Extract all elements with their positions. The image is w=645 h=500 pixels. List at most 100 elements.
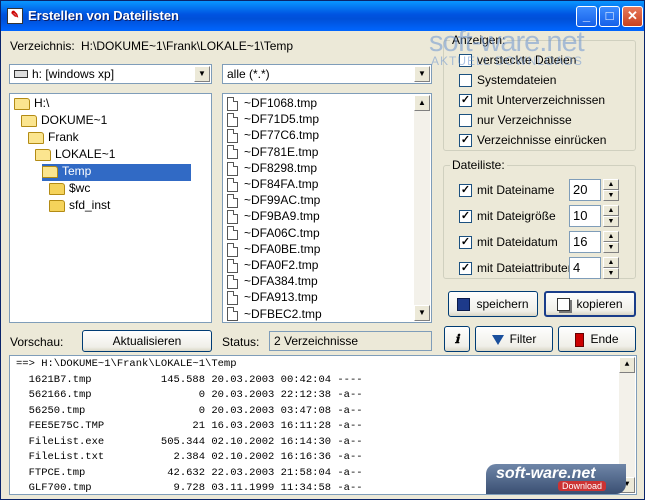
spin-up-icon[interactable]: ▲	[603, 179, 619, 190]
file-item[interactable]: ~DFA0BE.tmp	[227, 242, 320, 258]
directory-label: Verzeichnis:	[10, 39, 75, 53]
width-spinner[interactable]: 16 ▲ ▼	[569, 231, 619, 253]
file-item-label: ~DF781E.tmp	[244, 144, 319, 159]
option-checkbox[interactable]: ✓	[459, 94, 472, 107]
file-list-scrollbar[interactable]: ▲ ▼	[414, 95, 430, 321]
file-item-label: ~DFA384.tmp	[244, 274, 318, 289]
file-icon	[227, 129, 238, 144]
dateiliste-group: Dateiliste: ✓ mit Dateiname 20 ▲ ▼ ✓ mit Datei…	[443, 158, 636, 279]
file-icon	[227, 177, 238, 192]
tree-item[interactable]: Temp	[42, 164, 192, 181]
file-item[interactable]: ~DF77C6.tmp	[227, 128, 319, 144]
option-label: mit Unterverzeichnissen	[477, 93, 606, 107]
file-item[interactable]: ~DFA384.tmp	[227, 274, 318, 290]
scroll-down-icon[interactable]: ▼	[414, 305, 430, 321]
spin-up-icon[interactable]: ▲	[603, 257, 619, 268]
output-line: GLF700.tmp 9.728 03.11.1999 11:34:58 -a-…	[16, 482, 363, 494]
window-title: Erstellen von Dateilisten	[28, 8, 179, 23]
filter-select[interactable]: alle (*.*) ▼	[222, 64, 432, 84]
spin-down-icon[interactable]: ▼	[603, 216, 619, 227]
status-value: 2 Verzeichnisse	[269, 331, 432, 351]
file-item[interactable]: ~DFA0F2.tmp	[227, 258, 318, 274]
file-item[interactable]: ~DFA06C.tmp	[227, 226, 320, 242]
dateiliste-checkbox[interactable]: ✓	[459, 184, 472, 197]
folder-icon	[49, 182, 65, 195]
chevron-down-icon[interactable]: ▼	[414, 66, 430, 82]
file-item-label: ~DFBEC2.tmp	[244, 306, 322, 321]
folder-icon	[14, 97, 30, 110]
end-button[interactable]: Ende	[558, 326, 636, 352]
spin-down-icon[interactable]: ▼	[603, 190, 619, 201]
minimize-button[interactable]: _	[576, 6, 597, 27]
file-item[interactable]: ~DF99AC.tmp	[227, 193, 320, 209]
file-item-label: ~DF99AC.tmp	[244, 193, 321, 208]
tree-item-label: sfd_inst	[69, 198, 111, 212]
file-icon	[227, 113, 238, 128]
close-button[interactable]: ✕	[622, 6, 643, 27]
file-item[interactable]: ~DF1068.tmp	[227, 96, 317, 112]
file-icon	[227, 291, 238, 306]
scroll-up-icon[interactable]: ▲	[619, 357, 635, 373]
file-item[interactable]: ~DF9BA9.tmp	[227, 209, 320, 225]
file-item-label: ~DFA06C.tmp	[244, 225, 320, 240]
folder-icon	[28, 131, 44, 144]
file-item-label: ~DF77C6.tmp	[244, 128, 320, 143]
file-item[interactable]: ~DF84FA.tmp	[227, 177, 318, 193]
tree-item[interactable]: Frank	[28, 130, 79, 147]
drive-icon	[14, 70, 28, 78]
output-line: FEE5E75C.TMP 21 16.03.2003 16:11:28 -a--	[16, 420, 363, 432]
drive-select[interactable]: h: [windows xp] ▼	[9, 64, 212, 84]
folder-tree[interactable]: H:\ DOKUME~1 Frank LOKALE~1 Temp $wc sfd_inst	[9, 93, 212, 323]
file-icon	[227, 307, 238, 322]
file-item-label: ~DF84FA.tmp	[244, 177, 319, 191]
file-item[interactable]: ~DFBEC2.tmp	[227, 306, 322, 322]
filter-button[interactable]: Filter	[475, 326, 553, 352]
option-checkbox[interactable]	[459, 114, 472, 127]
funnel-icon	[491, 334, 504, 345]
dateiliste-checkbox[interactable]: ✓	[459, 210, 472, 223]
option-label: nur Verzeichnisse	[477, 113, 572, 127]
file-list[interactable]: ▲ ▼ ~DF1068.tmp ~DF71D5.tmp ~DF77C6.tmp ~DF…	[222, 93, 432, 323]
file-item[interactable]: ~DFA913.tmp	[227, 290, 318, 306]
tree-item[interactable]: DOKUME~1	[21, 113, 107, 130]
info-button[interactable]: ℹ	[444, 326, 470, 352]
copy-icon	[557, 298, 571, 312]
file-item[interactable]: ~DF781E.tmp	[227, 145, 318, 161]
width-spinner-value[interactable]: 4	[569, 257, 601, 279]
refresh-button[interactable]: Aktualisieren	[82, 330, 212, 352]
spin-up-icon[interactable]: ▲	[603, 205, 619, 216]
file-item[interactable]: ~DF71D5.tmp	[227, 112, 319, 128]
tree-item[interactable]: LOKALE~1	[35, 147, 115, 164]
copy-button[interactable]: kopieren	[544, 291, 636, 317]
spin-up-icon[interactable]: ▲	[603, 231, 619, 242]
file-item[interactable]: ~DF8298.tmp	[227, 161, 317, 177]
tree-item[interactable]: $wc	[49, 181, 90, 198]
option-label: Systemdateien	[477, 73, 557, 87]
dateiliste-checkbox[interactable]: ✓	[459, 236, 472, 249]
save-button[interactable]: speichern	[448, 291, 538, 317]
file-icon	[227, 96, 238, 111]
file-item-label: ~DFA0BE.tmp	[244, 241, 321, 256]
width-spinner-value[interactable]: 20	[569, 179, 601, 201]
width-spinner[interactable]: 4 ▲ ▼	[569, 257, 619, 279]
tree-item[interactable]: H:\	[14, 96, 49, 113]
dateiliste-checkbox[interactable]: ✓	[459, 262, 472, 275]
file-icon	[227, 161, 238, 176]
file-icon	[227, 194, 238, 209]
width-spinner-value[interactable]: 10	[569, 205, 601, 227]
exit-door-icon	[575, 332, 585, 347]
width-spinner[interactable]: 10 ▲ ▼	[569, 205, 619, 227]
maximize-button[interactable]: □	[599, 6, 620, 27]
output-line: 56250.tmp 0 20.03.2003 03:47:08 -a--	[16, 404, 363, 417]
file-item-label: ~DF9BA9.tmp	[244, 209, 320, 224]
option-checkbox[interactable]	[459, 74, 472, 87]
spin-down-icon[interactable]: ▼	[603, 268, 619, 279]
option-checkbox[interactable]: ✓	[459, 134, 472, 147]
scroll-up-icon[interactable]: ▲	[414, 95, 430, 111]
tree-item[interactable]: sfd_inst	[49, 198, 110, 215]
width-spinner-value[interactable]: 16	[569, 231, 601, 253]
width-spinner[interactable]: 20 ▲ ▼	[569, 179, 619, 201]
chevron-down-icon[interactable]: ▼	[194, 66, 210, 82]
spin-down-icon[interactable]: ▼	[603, 242, 619, 253]
status-label: Status:	[222, 335, 260, 349]
